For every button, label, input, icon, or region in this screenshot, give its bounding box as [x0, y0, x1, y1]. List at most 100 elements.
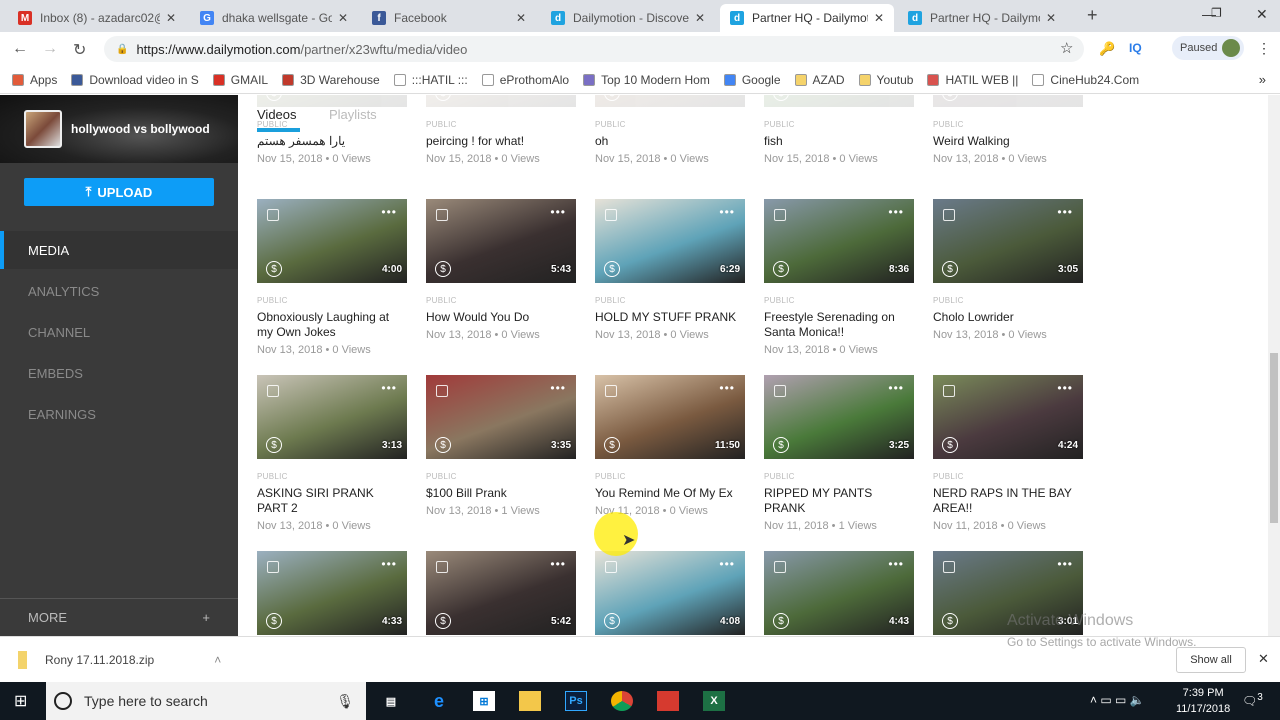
bookmark-item[interactable]: Top 10 Modern Hom: [583, 73, 710, 87]
video-card[interactable]: ••• $ 4:24 PUBLIC NERD RAPS IN THE BAY A…: [933, 375, 1083, 532]
tab-videos[interactable]: Videos: [257, 107, 297, 122]
more-options-icon[interactable]: •••: [381, 381, 397, 395]
more-options-icon[interactable]: •••: [381, 205, 397, 219]
channel-header[interactable]: hollywood vs bollywood: [0, 95, 238, 163]
browser-tab[interactable]: d Partner HQ - Dailymotion ✕: [720, 4, 894, 32]
close-download-bar-icon[interactable]: ✕: [1258, 651, 1269, 667]
video-title[interactable]: Obnoxiously Laughing at my Own Jokes: [257, 310, 407, 340]
video-thumbnail[interactable]: ••• $ 3:13: [257, 375, 407, 459]
bookmarks-overflow-icon[interactable]: »: [1259, 72, 1266, 87]
more-options-icon[interactable]: •••: [550, 557, 566, 571]
system-tray-icons[interactable]: ˄ ▭ ▭ 🔈: [1090, 693, 1145, 707]
new-tab-button[interactable]: +: [1087, 5, 1098, 26]
select-checkbox[interactable]: [774, 561, 786, 573]
file-explorer-icon[interactable]: [519, 691, 541, 711]
close-tab-icon[interactable]: ✕: [1046, 11, 1056, 25]
video-thumbnail[interactable]: ••• $ 11:50: [595, 375, 745, 459]
more-options-icon[interactable]: •••: [719, 557, 735, 571]
bookmark-item[interactable]: HATIL WEB ||: [927, 73, 1018, 87]
more-options-icon[interactable]: •••: [381, 557, 397, 571]
sidebar-item-analytics[interactable]: ANALYTICS: [0, 272, 238, 310]
close-window-button[interactable]: ✕: [1256, 6, 1268, 23]
more-options-icon[interactable]: •••: [1057, 381, 1073, 395]
video-thumbnail[interactable]: ••• $ 5:43: [426, 199, 576, 283]
windows-start-icon[interactable]: ⊞: [14, 691, 27, 711]
bookmark-item[interactable]: 3D Warehouse: [282, 73, 380, 87]
video-title[interactable]: $100 Bill Prank: [426, 486, 576, 501]
video-title[interactable]: Freestyle Serenading on Santa Monica!!: [764, 310, 914, 340]
video-card[interactable]: ••• $ 3:25 PUBLIC RIPPED MY PANTS PRANK …: [764, 375, 914, 532]
video-thumbnail[interactable]: ••• $ 4:00: [257, 199, 407, 283]
upload-button[interactable]: ⤒ UPLOAD: [24, 178, 214, 206]
store-icon[interactable]: ⊞: [473, 691, 495, 711]
sidebar-item-channel[interactable]: CHANNEL: [0, 313, 238, 351]
iq-extension-icon[interactable]: IQ: [1129, 41, 1142, 55]
back-icon[interactable]: ←: [12, 40, 28, 58]
more-options-icon[interactable]: •••: [888, 557, 904, 571]
video-card[interactable]: ••• $ 5:43 PUBLIC How Would You Do Nov 1…: [426, 199, 576, 341]
bookmark-item[interactable]: eProthomAlo: [481, 73, 569, 87]
more-options-icon[interactable]: •••: [550, 205, 566, 219]
select-checkbox[interactable]: [436, 385, 448, 397]
bookmark-star-icon[interactable]: ☆: [1060, 39, 1073, 57]
sketchup-icon[interactable]: [657, 691, 679, 711]
video-title[interactable]: oh: [595, 134, 745, 149]
video-thumbnail[interactable]: ••• $ 4:33: [257, 551, 407, 635]
close-tab-icon[interactable]: ✕: [338, 11, 348, 25]
video-title[interactable]: Cholo Lowrider: [933, 310, 1083, 325]
select-checkbox[interactable]: [267, 209, 279, 221]
video-card[interactable]: ••• $ 4:00 PUBLIC Obnoxiously Laughing a…: [257, 199, 407, 356]
select-checkbox[interactable]: [605, 385, 617, 397]
more-options-icon[interactable]: •••: [719, 205, 735, 219]
video-title[interactable]: Weird Walking: [933, 134, 1083, 149]
video-card[interactable]: ••• $ 4:33: [257, 551, 407, 636]
scrollbar[interactable]: [1268, 95, 1280, 636]
url-input[interactable]: 🔒 https://www.dailymotion.com/partner/x23…: [104, 36, 1084, 62]
download-item[interactable]: Rony 17.11.2018.zip ˄: [18, 651, 221, 669]
menu-icon[interactable]: ⋮: [1257, 40, 1271, 57]
video-card[interactable]: ••• $ 3:05 PUBLIC Cholo Lowrider Nov 13,…: [933, 199, 1083, 341]
browser-tab[interactable]: d Partner HQ - Dailymotion ✕: [898, 4, 1066, 32]
video-thumbnail[interactable]: ••• $ 4:43: [764, 551, 914, 635]
bookmark-item[interactable]: Download video in S: [71, 73, 199, 87]
select-checkbox[interactable]: [774, 385, 786, 397]
video-title[interactable]: NERD RAPS IN THE BAY AREA!!: [933, 486, 1083, 516]
select-checkbox[interactable]: [943, 209, 955, 221]
show-all-button[interactable]: Show all: [1176, 647, 1246, 673]
video-thumbnail[interactable]: ••• $ 3:25: [764, 375, 914, 459]
bookmark-item[interactable]: Google: [723, 73, 781, 87]
bookmark-item[interactable]: AZAD: [794, 73, 845, 87]
video-card[interactable]: ••• $ 4:08: [595, 551, 745, 636]
microphone-icon[interactable]: 🎙: [336, 693, 354, 710]
video-title[interactable]: یارا همسفر هستم: [257, 134, 407, 149]
select-checkbox[interactable]: [943, 561, 955, 573]
video-title[interactable]: HOLD MY STUFF PRANK: [595, 310, 745, 325]
sidebar-item-embeds[interactable]: EMBEDS: [0, 354, 238, 392]
video-card[interactable]: ••• $ 6:29 PUBLIC HOLD MY STUFF PRANK No…: [595, 199, 745, 341]
more-options-icon[interactable]: •••: [888, 205, 904, 219]
video-thumbnail[interactable]: ••• $ 3:05: [933, 199, 1083, 283]
bookmark-item[interactable]: Apps: [12, 73, 57, 87]
video-card[interactable]: ••• $ 3:13 PUBLIC ASKING SIRI PRANK PART…: [257, 375, 407, 532]
chevron-up-icon[interactable]: ˄: [214, 653, 221, 667]
more-options-icon[interactable]: •••: [888, 381, 904, 395]
close-tab-icon[interactable]: ✕: [516, 11, 526, 25]
clock[interactable]: 7:39 PM 11/17/2018: [1176, 685, 1230, 717]
reload-icon[interactable]: ↻: [73, 40, 86, 60]
browser-tab[interactable]: f Facebook ✕: [362, 4, 536, 32]
select-checkbox[interactable]: [267, 385, 279, 397]
extension-key-icon[interactable]: 🔑: [1099, 41, 1115, 57]
video-card[interactable]: ••• $ 5:42: [426, 551, 576, 636]
edge-icon[interactable]: e: [428, 691, 450, 711]
sidebar-item-earnings[interactable]: EARNINGS: [0, 395, 238, 433]
video-card[interactable]: ••• $ 3:35 PUBLIC $100 Bill Prank Nov 13…: [426, 375, 576, 517]
profile-button[interactable]: Paused: [1172, 36, 1244, 60]
browser-tab[interactable]: d Dailymotion - Discover ✕: [541, 4, 715, 32]
browser-tab[interactable]: M Inbox (8) - azadarc02@ ✕: [8, 4, 186, 32]
more-options-icon[interactable]: •••: [550, 381, 566, 395]
select-checkbox[interactable]: [605, 209, 617, 221]
video-thumbnail[interactable]: ••• $ 3:35: [426, 375, 576, 459]
notifications-icon[interactable]: 🗨3: [1242, 692, 1263, 708]
restore-button[interactable]: ❐: [1211, 6, 1222, 20]
taskbar-search-input[interactable]: Type here to search 🎙: [46, 682, 366, 720]
